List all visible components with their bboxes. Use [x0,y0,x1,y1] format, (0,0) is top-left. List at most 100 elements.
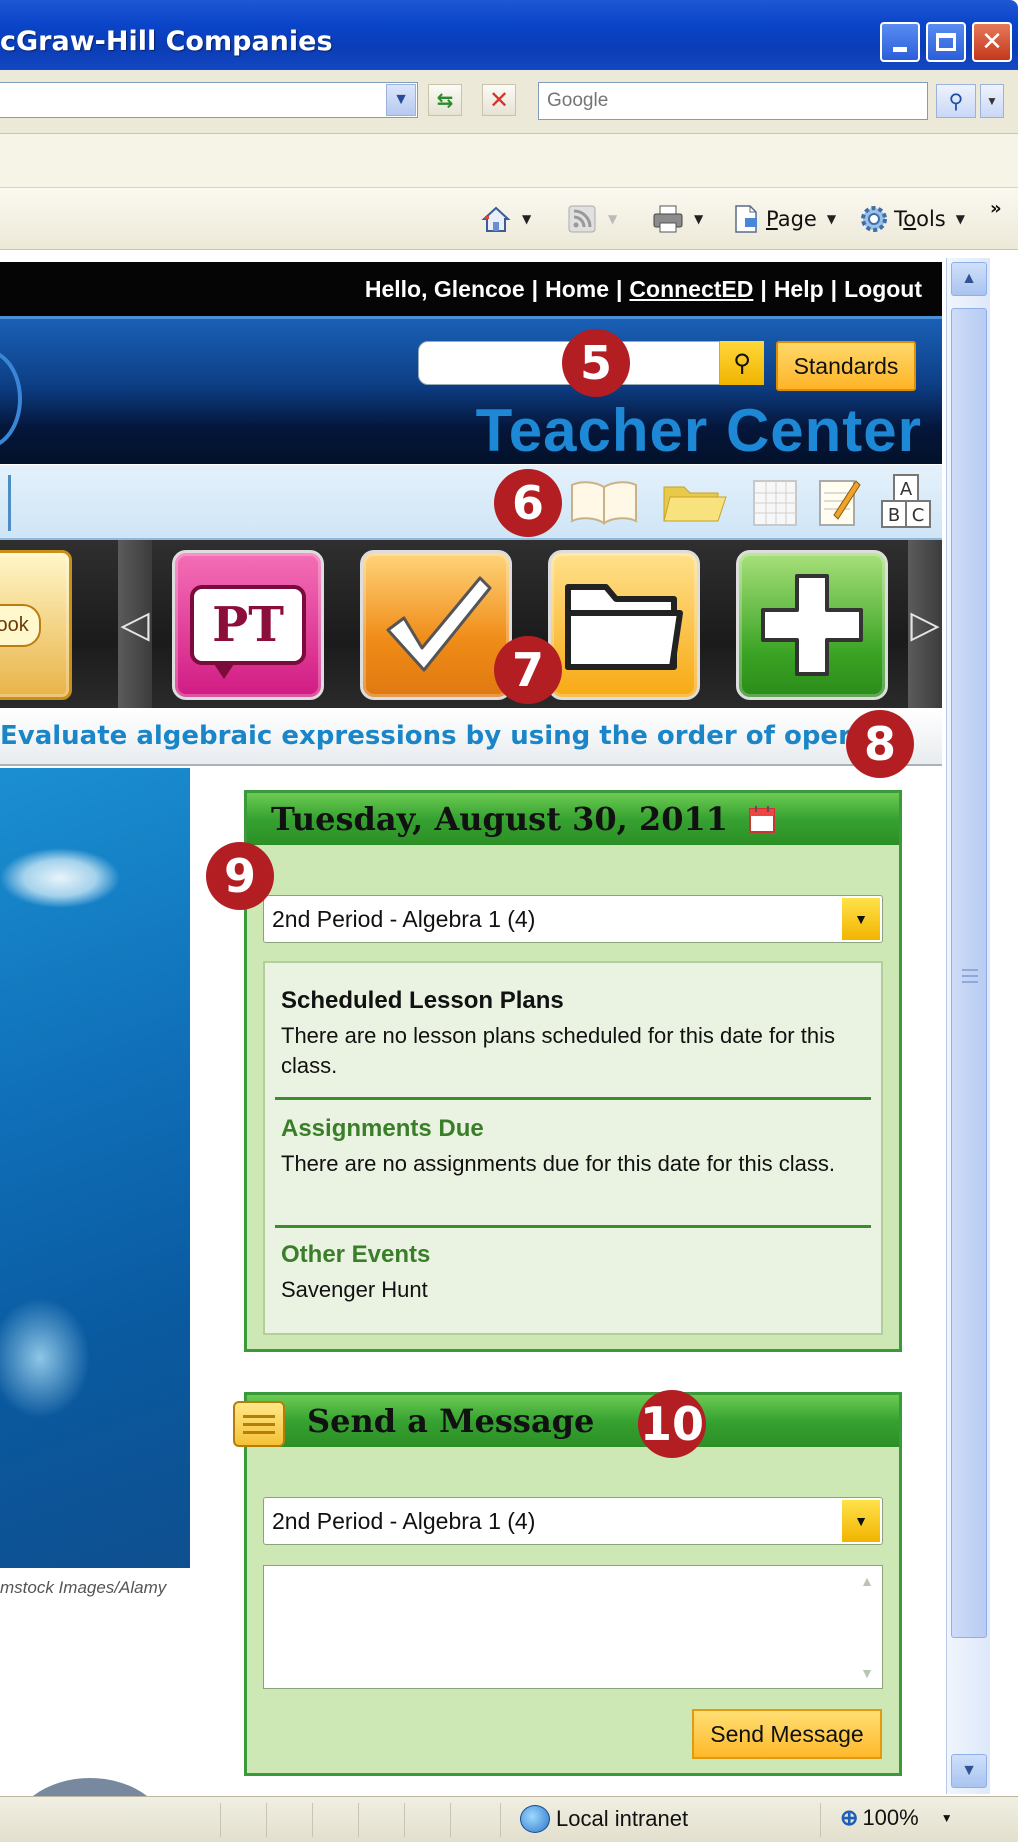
folder-button[interactable] [660,481,728,525]
refresh-icon: ⇆ [436,88,454,112]
nav-help-link[interactable]: Help [774,276,824,303]
lesson-objective[interactable]: Evaluate algebraic expressions by using … [0,708,942,766]
vertical-scrollbar[interactable]: ▲ ▼ [946,258,990,1794]
nav-separator: | [830,275,838,302]
status-divider [220,1803,221,1837]
chevron-down-icon[interactable]: ▼ [842,1500,880,1542]
more-commands-icon[interactable]: » [990,198,1002,219]
message-icon-line [243,1415,275,1418]
chevron-down-icon[interactable]: ▼ [694,212,703,226]
status-divider [820,1803,821,1837]
calendar-class-select[interactable]: 2nd Period - Algebra 1 (4) ▼ [263,895,883,943]
presentation-tool-tile[interactable]: PT [172,550,324,700]
scroll-up-icon[interactable]: ▲ [856,1570,878,1592]
home-button[interactable]: ▼ [480,202,531,236]
page-icon [730,203,762,235]
svg-text:C: C [912,505,925,526]
close-button[interactable]: ✕ [972,22,1012,62]
message-class-select[interactable]: 2nd Period - Algebra 1 (4) ▼ [263,1497,883,1545]
calendar-button[interactable] [752,479,798,527]
nav-separator: | [760,275,767,302]
address-dropdown-button[interactable]: ▼ [386,84,416,116]
page-menu[interactable]: Page ▼ [730,202,836,236]
book-button[interactable] [568,479,640,525]
greeting-text: Hello, Glencoe [364,275,525,302]
tools-menu-label: Tools [894,207,946,231]
bubble-tail [212,661,236,679]
ebook-tile[interactable]: Book [0,550,72,700]
assessment-tile[interactable] [360,550,512,700]
security-zone[interactable]: Local intranet [520,1805,688,1833]
stop-button[interactable]: ✕ [482,84,516,116]
tool-carousel: Book ◁ PT ▷ 7 [0,540,942,708]
scrollbar-thumb[interactable] [951,308,987,1638]
stop-icon: ✕ [488,86,510,114]
notes-button[interactable] [816,475,862,529]
notepad-pencil-icon [819,480,861,526]
add-resource-tile[interactable] [736,550,888,700]
calendar-class-value: 2nd Period - Algebra 1 (4) [272,905,536,932]
scroll-down-icon[interactable]: ▼ [856,1662,878,1684]
scroll-up-button[interactable]: ▲ [951,262,987,296]
assignments-section: Assignments Due There are no assignments… [281,1115,871,1179]
nav-logout-link[interactable]: Logout [844,276,922,303]
featured-photo [0,768,190,1842]
message-textarea[interactable]: ▲ ▼ [263,1565,883,1689]
message-input[interactable] [264,1566,882,1688]
carousel-next-button[interactable]: ▷ [908,540,942,708]
pt-label: PT [212,597,284,653]
maximize-button[interactable] [926,22,966,62]
message-panel: Send a Message 2nd Period - Algebra 1 (4… [233,1392,902,1776]
search-options-button[interactable]: ▼ [980,84,1004,118]
chevron-right-icon: ▷ [910,603,940,646]
send-message-button[interactable]: Send Message [692,1709,882,1759]
search-button[interactable]: ⚲ [936,84,976,118]
logo-arc [0,349,22,449]
search-field[interactable] [538,82,928,120]
file-cabinet-tile[interactable] [548,550,700,700]
security-zone-label: Local intranet [556,1806,689,1831]
carousel-prev-button[interactable]: ◁ [118,540,152,708]
search-input[interactable] [539,83,927,119]
plus-icon [761,574,863,676]
callout-9: 9 [206,842,274,910]
status-divider [404,1803,405,1837]
chevron-down-icon: ▼ [826,212,837,226]
tools-menu[interactable]: Tools ▼ [858,202,965,236]
calendar-grid-icon [753,480,797,526]
nav-connected-link[interactable]: ConnectED [629,276,753,303]
chevron-down-icon[interactable]: ▼ [608,212,617,226]
ebook-label: Book [0,603,41,647]
abc-blocks-icon: AB C [881,474,931,528]
address-input[interactable] [0,82,418,118]
calendar-icon[interactable] [748,804,776,834]
chevron-down-icon[interactable]: ▼ [522,212,531,226]
resource-toolbar: ABC 6 [0,464,942,540]
minimize-button[interactable] [880,22,920,62]
gear-icon [858,203,890,235]
refresh-button[interactable]: ⇆ [428,84,462,116]
standards-button[interactable]: Standards [776,341,916,391]
glossary-button[interactable]: ABC [880,471,932,531]
chevron-down-icon: ▼ [955,212,965,226]
section-divider [275,1097,871,1100]
maximize-icon [936,33,956,51]
nav-home-link[interactable]: Home [545,276,609,303]
calendar-events-box: Scheduled Lesson Plans There are no less… [263,961,883,1335]
calendar-panel: Tuesday, August 30, 2011 2nd Period - Al… [244,790,902,1352]
chevron-down-icon[interactable]: ▼ [842,898,880,940]
status-bar: Local intranet ⊕ 100% ▼ [0,1796,1018,1842]
callout-5: 5 [562,329,630,397]
zoom-control[interactable]: ⊕ 100% ▼ [840,1805,953,1831]
photo-credit: mstock Images/Alamy [0,1578,167,1597]
message-icon [233,1401,285,1447]
address-toolbar: ▼ ⇆ ✕ ⚲ ▼ [0,70,1018,134]
scroll-down-button[interactable]: ▼ [951,1754,987,1788]
feeds-button[interactable]: ▼ [566,202,617,236]
thumb-grip [962,981,978,983]
lesson-plans-text: There are no lesson plans scheduled for … [281,1023,835,1078]
chevron-down-icon[interactable]: ▼ [941,1811,953,1825]
close-icon: ✕ [981,27,1003,57]
site-search-button[interactable]: ⚲ [720,341,764,385]
print-button[interactable]: ▼ [652,202,703,236]
